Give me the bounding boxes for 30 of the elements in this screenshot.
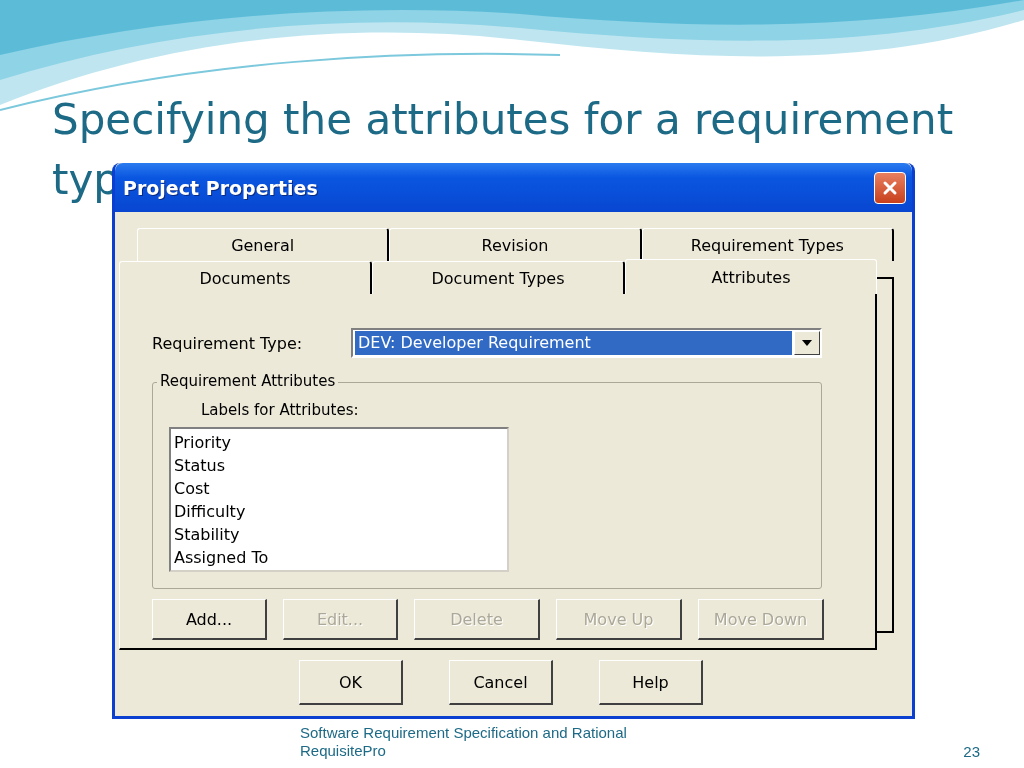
tab[interactable]: General xyxy=(137,228,390,261)
close-icon xyxy=(882,179,898,196)
attribute-list[interactable]: Priority Status Cost Difficulty Stability Assigned To xyxy=(169,427,509,572)
group-title: Requirement Attributes xyxy=(157,372,339,390)
dropdown-button[interactable] xyxy=(794,331,820,355)
close-button[interactable] xyxy=(874,171,906,204)
list-item[interactable]: Stability xyxy=(174,523,504,546)
requirement-type-dropdown[interactable]: DEV: Developer Requirement xyxy=(351,328,822,358)
tab[interactable]: Document Types xyxy=(372,261,625,294)
window-title: Project Properties xyxy=(123,176,318,199)
list-label: Labels for Attributes: xyxy=(201,401,360,419)
dialog-button[interactable]: Cancel xyxy=(449,660,553,705)
caret-icon xyxy=(802,340,812,346)
dropdown-value: DEV: Developer Requirement xyxy=(355,331,792,355)
tab[interactable]: Requirement Types xyxy=(641,228,894,261)
tab[interactable]: Revision xyxy=(389,228,642,261)
dialog-button[interactable]: Help xyxy=(599,660,703,705)
list-item[interactable]: Priority xyxy=(174,431,504,454)
list-item[interactable]: Cost xyxy=(174,477,504,500)
field-label: Requirement Type: xyxy=(152,333,304,353)
page-number: 23 xyxy=(963,743,980,760)
dialog-button[interactable]: OK xyxy=(299,660,403,705)
action-button[interactable]: Add... xyxy=(152,599,267,640)
list-item[interactable]: Status xyxy=(174,454,504,477)
list-item[interactable]: Assigned To xyxy=(174,546,504,569)
tab[interactable]: Attributes xyxy=(625,259,877,294)
footer-text: Software Requirement Specification and Rational RequisitePro xyxy=(300,724,628,760)
list-item[interactable]: Difficulty xyxy=(174,500,504,523)
slide-title: Specifying the attributes for a requirement xyxy=(52,94,955,146)
tab[interactable]: Documents xyxy=(119,261,372,294)
